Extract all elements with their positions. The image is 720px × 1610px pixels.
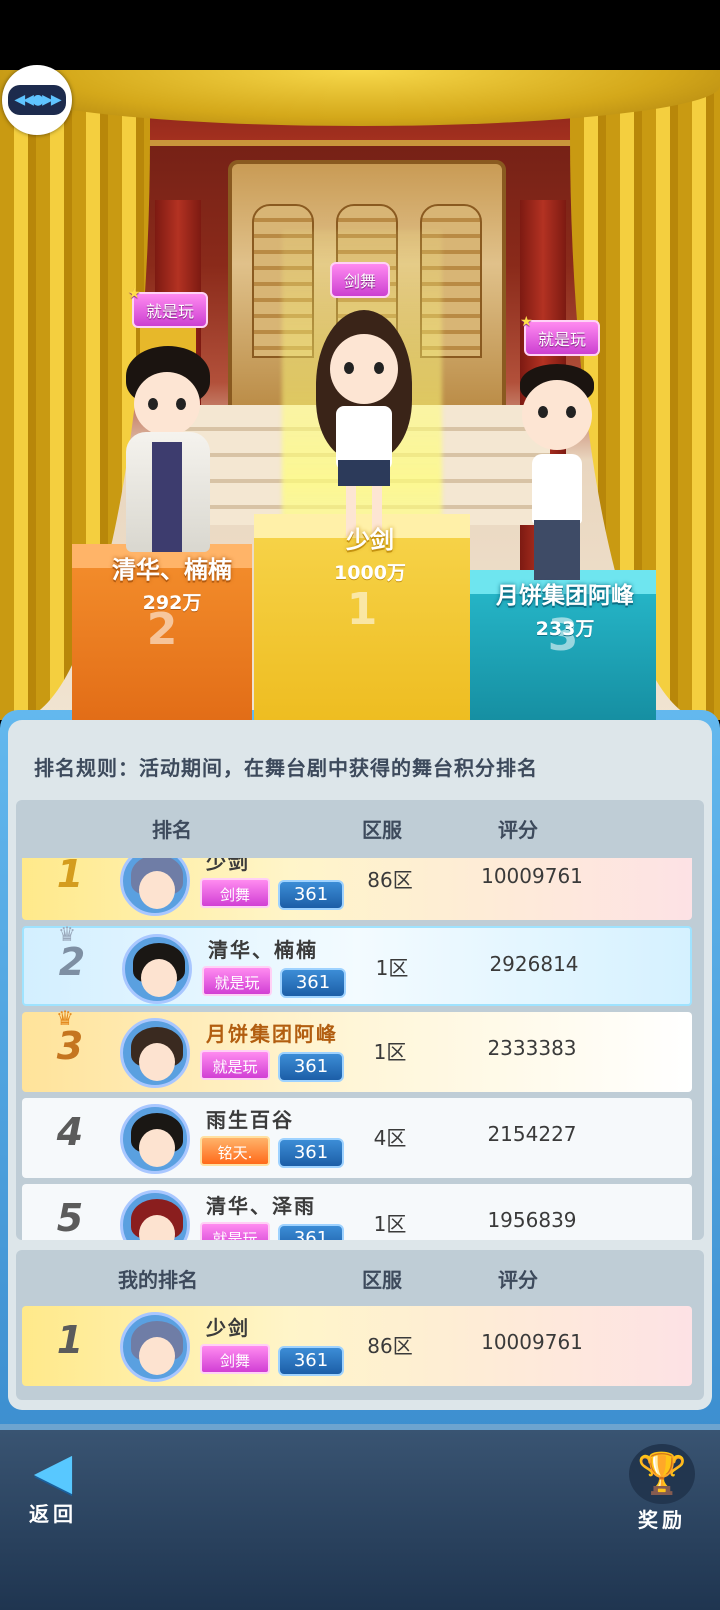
- title-badge: 就是玩: [202, 966, 272, 996]
- table-row[interactable]: ♛ 2 清华、楠楠 就是玩 361 1区 2926814: [22, 922, 692, 1006]
- server: 1区: [373, 1040, 407, 1064]
- trophy-icon: 🏆: [629, 1444, 695, 1504]
- score: 1956839: [487, 1208, 577, 1232]
- title-tag-third: ★ 就是玩: [520, 314, 601, 356]
- title-badge: 铭天.: [200, 1136, 270, 1166]
- player-name: 少剑: [206, 1316, 250, 1340]
- server: 1区: [373, 1212, 407, 1236]
- ranking-panel: 排名规则：活动期间，在舞台剧中获得的舞台积分排名 排名 区服 评分 ♛ 1 少剑…: [0, 710, 720, 1430]
- title-tag-second: ★ 就是玩: [128, 286, 209, 328]
- avatar[interactable]: [120, 1018, 190, 1088]
- level-badge: 361: [278, 1138, 344, 1168]
- podium-score-third: 233万: [535, 618, 595, 640]
- avatar[interactable]: [120, 1104, 190, 1174]
- table-row[interactable]: ♛ 3 月饼集团阿峰 就是玩 361 1区 2333383: [22, 1006, 692, 1092]
- server: 4区: [373, 1126, 407, 1150]
- podium-score-first: 1000万: [334, 562, 406, 584]
- level-badge: 361: [278, 880, 344, 910]
- eye-mask-icon: ◀◀●▶▶: [8, 85, 66, 115]
- title-badge: 剑舞: [200, 1344, 270, 1374]
- avatar[interactable]: [120, 1312, 190, 1382]
- character-second: [112, 322, 222, 632]
- server: 86区: [367, 1334, 413, 1358]
- header-server: 区服: [362, 1268, 402, 1292]
- back-button[interactable]: ◀ 返回: [18, 1444, 88, 1534]
- server: 1区: [375, 956, 409, 980]
- header-rank: 排名: [152, 818, 192, 842]
- server: 86区: [367, 868, 413, 892]
- header-score: 评分: [498, 818, 538, 842]
- title-badge: 剑舞: [200, 878, 270, 908]
- table-row[interactable]: 4 雨生百谷 铭天. 361 4区 2154227: [22, 1098, 692, 1178]
- avatar[interactable]: [120, 1190, 190, 1240]
- table-row[interactable]: ♛ 1 少剑 剑舞 361 86区 10009761: [22, 858, 692, 920]
- back-arrow-icon: ◀: [33, 1442, 73, 1500]
- player-name: 月饼集团阿峰: [206, 1022, 338, 1046]
- title-tag-first: 剑舞: [330, 262, 391, 298]
- my-ranking: 我的排名 区服 评分 1 少剑 剑舞 361 86区 10009761: [16, 1250, 704, 1400]
- avatar[interactable]: [120, 858, 190, 916]
- avatar[interactable]: [122, 934, 192, 1004]
- reward-button[interactable]: 🏆 奖励: [622, 1444, 702, 1534]
- player-name: 清华、楠楠: [208, 938, 318, 962]
- podium-name-first: 少剑: [346, 526, 394, 554]
- bottom-bar: ◀ 返回 🏆 奖励: [0, 1424, 720, 1610]
- ranking-list-header: 排名 区服 评分: [16, 800, 704, 858]
- player-name: 少剑: [206, 858, 250, 874]
- score: 2154227: [487, 1122, 577, 1146]
- ranking-rules: 排名规则：活动期间，在舞台剧中获得的舞台积分排名: [34, 756, 538, 780]
- view-toggle-button[interactable]: ◀◀●▶▶: [2, 65, 72, 135]
- header-my-rank: 我的排名: [118, 1268, 198, 1292]
- score: 10009761: [481, 864, 583, 888]
- my-ranking-header: 我的排名 区服 评分: [16, 1250, 704, 1306]
- level-badge: 361: [278, 1224, 344, 1240]
- table-row[interactable]: 5 清华、泽雨 就是玩 361 1区 1956839: [22, 1184, 692, 1240]
- level-badge: 361: [278, 1052, 344, 1082]
- score: 10009761: [481, 1330, 583, 1354]
- ranking-list[interactable]: 排名 区服 评分 ♛ 1 少剑 剑舞 361 86区 10009761: [16, 800, 704, 1240]
- score: 2333383: [487, 1036, 577, 1060]
- podium-score-second: 292万: [142, 592, 202, 614]
- score: 2926814: [489, 952, 579, 976]
- stage-scene: ★ 就是玩 剑舞 ★ 就是玩 2 1 3 清华、楠楠 292万 少剑 1000万 月…: [0, 70, 720, 720]
- status-bar: [0, 0, 720, 70]
- podium-name-second: 清华、楠楠: [112, 556, 232, 584]
- header-score: 评分: [498, 1268, 538, 1292]
- my-ranking-row[interactable]: 1 少剑 剑舞 361 86区 10009761: [22, 1306, 692, 1386]
- title-badge: 就是玩: [200, 1050, 270, 1080]
- player-name: 雨生百谷: [206, 1108, 294, 1132]
- title-badge: 就是玩: [200, 1222, 270, 1240]
- header-server: 区服: [362, 818, 402, 842]
- level-badge: 361: [278, 1346, 344, 1376]
- level-badge: 361: [280, 968, 346, 998]
- player-name: 清华、泽雨: [206, 1194, 316, 1218]
- podium-name-third: 月饼集团阿峰: [496, 583, 634, 609]
